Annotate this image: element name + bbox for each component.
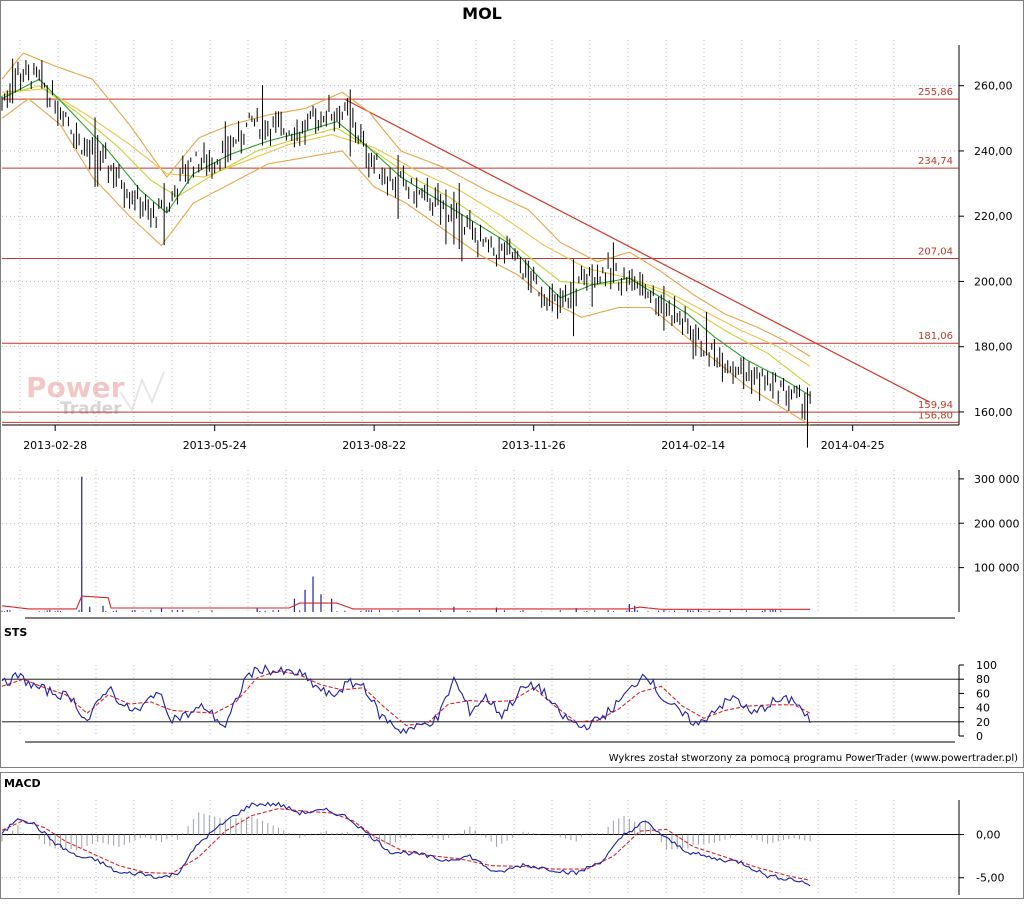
price-y-tick-label: 240,00 (974, 145, 1013, 158)
macd-line (1, 801, 811, 887)
price-y-tick-label: 200,00 (974, 275, 1013, 288)
macd-y-tick-label: 0,00 (976, 829, 1001, 842)
sts-y-tick-label: 80 (976, 673, 990, 686)
price-panel: 160,00 180,00 200,00 220,00 240,00 260,00 2013… (1, 40, 1013, 452)
level-label: 181,06 (918, 331, 953, 342)
bollinger-upper-line (1, 52, 811, 357)
price-x-tick-label: 2014-04-25 (821, 439, 885, 452)
sts-y-tick-label: 60 (976, 687, 990, 700)
price-x-tick-label: 2013-02-28 (23, 439, 87, 452)
volume-average-line (1, 595, 811, 610)
logo-text-trader: Trader (60, 399, 122, 419)
sts-y-tick-label: 0 (976, 730, 983, 743)
footer-credit: Wykres został stworzony za pomocą progra… (609, 753, 1018, 764)
macd-y-tick-label: -5,00 (976, 872, 1004, 885)
macd-title: MACD (4, 777, 41, 790)
price-x-tick-label: 2013-05-24 (183, 439, 247, 452)
chart-title: MOL (462, 4, 502, 23)
price-x-tick-label: 2013-11-26 (502, 439, 566, 452)
price-y-tick-label: 260,00 (974, 80, 1013, 93)
main-frame (0, 0, 1024, 768)
sts-title: STS (4, 626, 27, 639)
sts-y-tick-label: 20 (976, 716, 990, 729)
sts-k-line (1, 663, 811, 735)
volume-y-tick-label: 300 000 (974, 473, 1020, 486)
sts-y-tick-label: 40 (976, 702, 990, 715)
level-label: 255,86 (918, 87, 953, 98)
logo-mark (119, 371, 165, 413)
level-label: 207,04 (918, 246, 953, 257)
price-x-tick-label: 2014-02-14 (661, 439, 725, 452)
chart-svg: MOL Power Trader 160,00180,00200,00220,0… (0, 0, 1024, 899)
price-y-tick-label: 160,00 (974, 406, 1013, 419)
sts-panel: STS 02040 6080100 (1, 626, 997, 743)
volume-panel: 100 000 200 000 300 000 (1, 470, 1020, 619)
trendline (344, 98, 931, 403)
chart-root: MOL Power Trader 160,00 180,00 200,00 220,0… (0, 0, 1024, 900)
price-x-tick-label: 2013-08-22 (342, 439, 406, 452)
price-y-tick-label: 220,00 (974, 210, 1013, 223)
level-label: 234,74 (918, 156, 953, 167)
price-y-tick-label: 180,00 (974, 341, 1013, 354)
macd-panel: MACD 0,00 -5,00 (0, 772, 1024, 899)
ma-fast-line (1, 78, 811, 397)
volume-y-tick-label: 200 000 (974, 517, 1020, 530)
volume-y-tick-label: 100 000 (974, 562, 1020, 575)
sts-y-tick-label: 100 (976, 659, 997, 672)
macd-signal-line (1, 808, 811, 881)
level-label: 156,80 (918, 410, 953, 421)
